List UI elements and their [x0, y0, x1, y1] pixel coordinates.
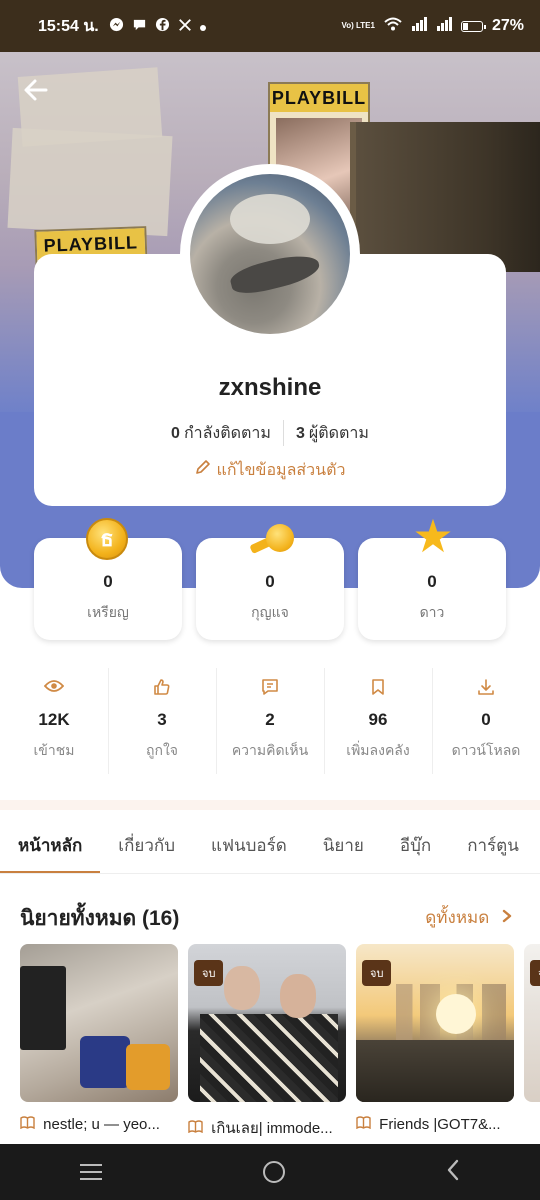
key-label: กุญแจ — [251, 604, 289, 620]
back-button[interactable] — [22, 76, 52, 106]
x-icon — [178, 18, 192, 35]
coin-value: 0 — [103, 572, 113, 591]
stat-label: เพิ่มลงคลัง — [346, 742, 410, 758]
download-icon — [432, 678, 540, 700]
see-all-link[interactable]: ดูทั้งหมด — [425, 904, 512, 931]
stat-value: 3 — [157, 710, 167, 729]
thumbs-up-icon — [108, 678, 216, 700]
stat-downloads: 0 ดาวน์โหลด — [432, 668, 540, 774]
dot-icon — [199, 18, 206, 34]
star-icon: ★ — [412, 510, 454, 562]
followers-label: ผู้ติดตาม — [308, 424, 369, 442]
stats-row: 12K เข้าชม 3 ถูกใจ 2 ความคิดเห็น 96 เพิ่… — [0, 668, 540, 774]
bookmark-icon — [324, 678, 432, 700]
see-all-label: ดูทั้งหมด — [425, 908, 490, 927]
book-icon — [356, 1116, 375, 1133]
novel-card[interactable]: จบ Friends |GOT7&... — [356, 944, 514, 1140]
tab-about[interactable]: เกี่ยวกับ — [100, 818, 193, 873]
stat-views: 12K เข้าชม — [0, 668, 108, 774]
signal-icon — [411, 16, 427, 36]
novel-title-text: nestle; u — yeo... — [43, 1116, 160, 1133]
key-icon — [248, 522, 294, 556]
novel-cover: จบ — [188, 944, 346, 1102]
novel-cover — [20, 944, 178, 1102]
novel-card[interactable]: จ — [524, 944, 540, 1140]
star-label: ดาว — [419, 604, 445, 620]
novel-title: เกินเลย| immode... — [188, 1116, 346, 1140]
comment-icon — [216, 678, 324, 700]
volte-indicator: Vo) LTE1 — [341, 21, 375, 30]
coin-label: เหรียญ — [87, 604, 129, 620]
follow-stats: 0 กำลังติดตาม 3 ผู้ติดตาม — [34, 420, 506, 446]
following-link[interactable]: 0 กำลังติดตาม — [171, 421, 271, 446]
completed-badge: จบ — [362, 960, 392, 986]
avatar[interactable] — [190, 174, 350, 334]
novel-card[interactable]: nestle; u — yeo... — [20, 944, 178, 1140]
status-bar: 15:54 น. Vo) LTE1 27% — [0, 0, 540, 52]
cover-paper — [7, 127, 173, 237]
profile-page: 15:54 น. Vo) LTE1 27% PLAYBILL PLAYBILL … — [0, 0, 540, 1200]
edit-profile-link[interactable]: แก้ไขข้อมูลส่วนตัว — [34, 458, 506, 483]
facebook-icon — [155, 17, 170, 35]
status-time: 15:54 น. — [38, 17, 99, 35]
stat-label: ความคิดเห็น — [231, 742, 309, 758]
star-value: 0 — [427, 572, 437, 591]
profile-tabs: หน้าหลัก เกี่ยวกับ แฟนบอร์ด นิยาย อีบุ๊ก… — [0, 818, 540, 874]
chat-icon — [132, 17, 147, 35]
stat-value: 0 — [481, 710, 491, 729]
pencil-icon — [195, 459, 211, 479]
novel-title: Friends |GOT7&... — [356, 1116, 514, 1133]
wifi-icon — [384, 17, 402, 36]
stat-bookmarks: 96 เพิ่มลงคลัง — [324, 668, 432, 774]
chevron-right-icon — [497, 908, 512, 927]
signal-icon-2 — [436, 16, 452, 36]
completed-badge: จ — [530, 960, 540, 986]
stat-likes: 3 ถูกใจ — [108, 668, 216, 774]
novel-card[interactable]: จบ เกินเลย| immode... — [188, 944, 346, 1140]
tab-fanboard[interactable]: แฟนบอร์ด — [193, 818, 305, 873]
system-back-button[interactable] — [446, 1159, 460, 1185]
status-right: Vo) LTE1 27% — [341, 16, 524, 36]
coin-icon: ธ — [86, 518, 128, 560]
edit-profile-label: แก้ไขข้อมูลส่วนตัว — [216, 462, 346, 479]
home-button[interactable] — [262, 1161, 285, 1183]
notification-icons — [109, 17, 206, 35]
tab-comics[interactable]: การ์ตูน — [449, 818, 537, 873]
section-title: นิยายทั้งหมด (16) — [20, 907, 180, 930]
book-icon — [20, 1116, 39, 1133]
cover-shelf — [350, 122, 540, 272]
messenger-icon — [109, 17, 124, 35]
completed-badge: จบ — [194, 960, 224, 986]
tab-ebooks[interactable]: อีบุ๊ก — [382, 818, 449, 873]
novel-title-text: Friends |GOT7&... — [379, 1116, 501, 1133]
stat-comments: 2 ความคิดเห็น — [216, 668, 324, 774]
battery-icon — [460, 20, 486, 32]
followers-link[interactable]: 3 ผู้ติดตาม — [296, 421, 369, 446]
novel-list: nestle; u — yeo... จบ เกินเลย| immode...… — [20, 944, 540, 1144]
recent-apps-button[interactable] — [80, 1164, 103, 1180]
novel-cover: จบ — [356, 944, 514, 1102]
stat-value: 12K — [38, 710, 70, 729]
following-count: 0 — [171, 424, 180, 442]
tab-home[interactable]: หน้าหลัก — [0, 818, 101, 873]
stat-label: ถูกใจ — [146, 742, 178, 758]
eye-icon — [0, 678, 108, 700]
novel-title: nestle; u — yeo... — [20, 1116, 178, 1133]
username: zxnshine — [218, 374, 322, 401]
following-label: กำลังติดตาม — [183, 424, 271, 442]
novel-cover: จ — [524, 944, 540, 1102]
system-nav-bar — [0, 1144, 540, 1200]
stat-label: ดาวน์โหลด — [451, 742, 521, 758]
novel-title-text: เกินเลย| immode... — [211, 1120, 333, 1137]
battery-percent: 27% — [491, 17, 524, 34]
tab-novels[interactable]: นิยาย — [305, 818, 382, 873]
followers-count: 3 — [295, 424, 305, 442]
key-value: 0 — [265, 572, 275, 591]
book-icon — [188, 1120, 207, 1137]
stat-value: 96 — [368, 710, 388, 729]
stat-label: เข้าชม — [33, 742, 75, 758]
follow-divider — [282, 420, 284, 446]
stat-value: 2 — [265, 710, 275, 729]
section-divider — [0, 800, 540, 810]
